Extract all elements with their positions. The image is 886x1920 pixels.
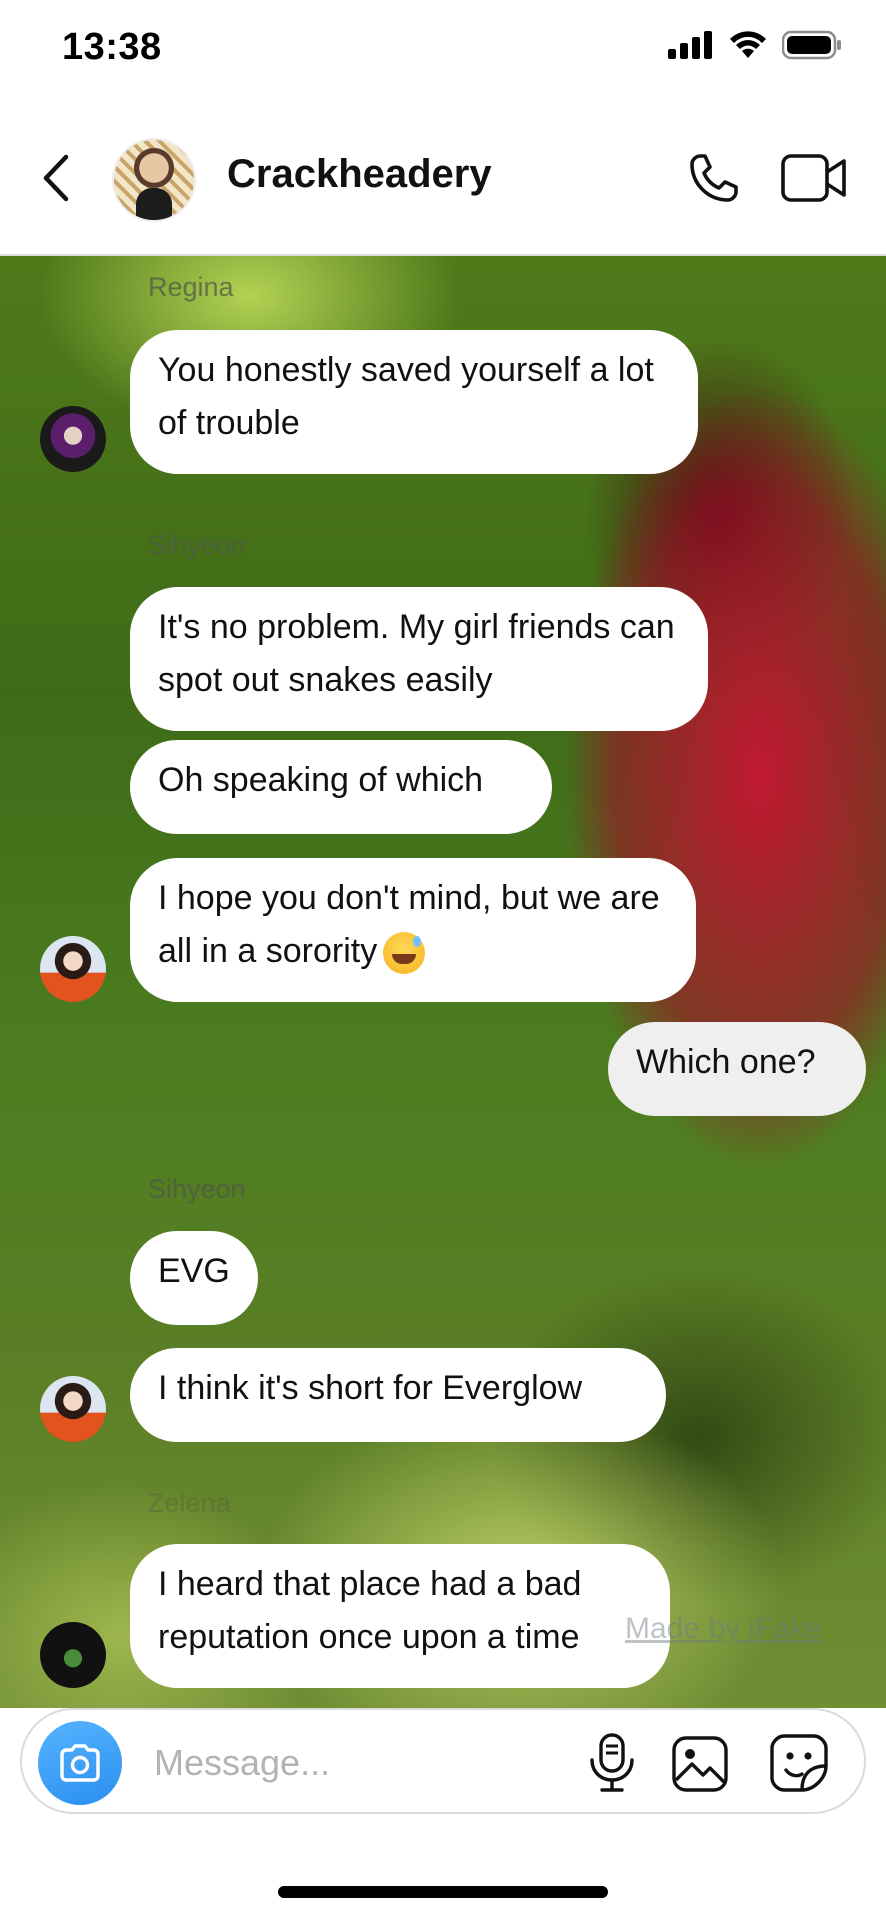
message-bubble[interactable]: You honestly saved yourself a lot of tro… xyxy=(130,330,698,474)
chat-title[interactable]: Crackheadery xyxy=(227,152,492,197)
status-time: 13:38 xyxy=(62,26,162,68)
message-bubble[interactable]: EVG xyxy=(130,1231,258,1325)
back-button[interactable] xyxy=(30,148,80,208)
camera-icon xyxy=(60,1744,100,1782)
chevron-left-icon xyxy=(43,154,69,202)
message-thread[interactable]: Regina You honestly saved yourself a lot… xyxy=(0,256,886,1708)
message-composer xyxy=(20,1708,866,1814)
phone-icon[interactable] xyxy=(686,150,742,206)
chat-screen: 13:38 Crackheadery Regina You honestly s… xyxy=(0,0,886,1920)
message-text: Oh speaking of which xyxy=(158,761,484,799)
message-text: You honestly saved yourself a lot of tro… xyxy=(158,351,654,442)
camera-button[interactable] xyxy=(38,1721,122,1805)
sender-name: Zelena xyxy=(148,1488,231,1518)
wifi-icon xyxy=(730,31,766,58)
chat-header: Crackheadery xyxy=(0,100,886,256)
avatar[interactable] xyxy=(40,936,106,1002)
message-bubble-outgoing[interactable]: Which one? xyxy=(608,1022,866,1116)
message-text: I think it's short for Everglow xyxy=(158,1369,583,1407)
home-indicator[interactable] xyxy=(278,1886,608,1898)
avatar[interactable] xyxy=(40,406,106,472)
message-text: I heard that place had a bad reputation … xyxy=(158,1565,582,1656)
cellular-signal-icon xyxy=(668,31,712,59)
status-bar: 13:38 xyxy=(0,0,886,100)
image-icon[interactable] xyxy=(670,1734,730,1794)
message-text: EVG xyxy=(158,1252,230,1290)
sender-name: Sihyeon xyxy=(148,1174,246,1204)
message-text: Which one? xyxy=(636,1043,816,1081)
message-text: It's no problem. My girl friends can spo… xyxy=(158,608,675,699)
avatar[interactable] xyxy=(40,1376,106,1442)
composer-area xyxy=(0,1708,886,1920)
sticker-icon[interactable] xyxy=(768,1732,830,1794)
group-avatar[interactable] xyxy=(112,138,196,222)
message-bubble[interactable]: I think it's short for Everglow xyxy=(130,1348,666,1442)
grinning-sweat-emoji xyxy=(383,932,426,975)
message-bubble[interactable]: Oh speaking of which xyxy=(130,740,552,834)
message-input[interactable] xyxy=(152,1734,456,1792)
video-camera-icon[interactable] xyxy=(780,152,848,204)
message-bubble[interactable]: I heard that place had a bad reputation … xyxy=(130,1544,670,1688)
avatar[interactable] xyxy=(40,1622,106,1688)
sender-name: Regina xyxy=(148,272,234,302)
microphone-icon[interactable] xyxy=(582,1732,642,1794)
message-bubble[interactable]: It's no problem. My girl friends can spo… xyxy=(130,587,708,731)
watermark: Made by iFake xyxy=(625,1612,822,1645)
message-bubble[interactable]: I hope you don't mind, but we are all in… xyxy=(130,858,696,1002)
sender-name: Sihyeon xyxy=(148,530,246,560)
status-icons xyxy=(668,30,842,60)
battery-icon xyxy=(782,30,841,60)
